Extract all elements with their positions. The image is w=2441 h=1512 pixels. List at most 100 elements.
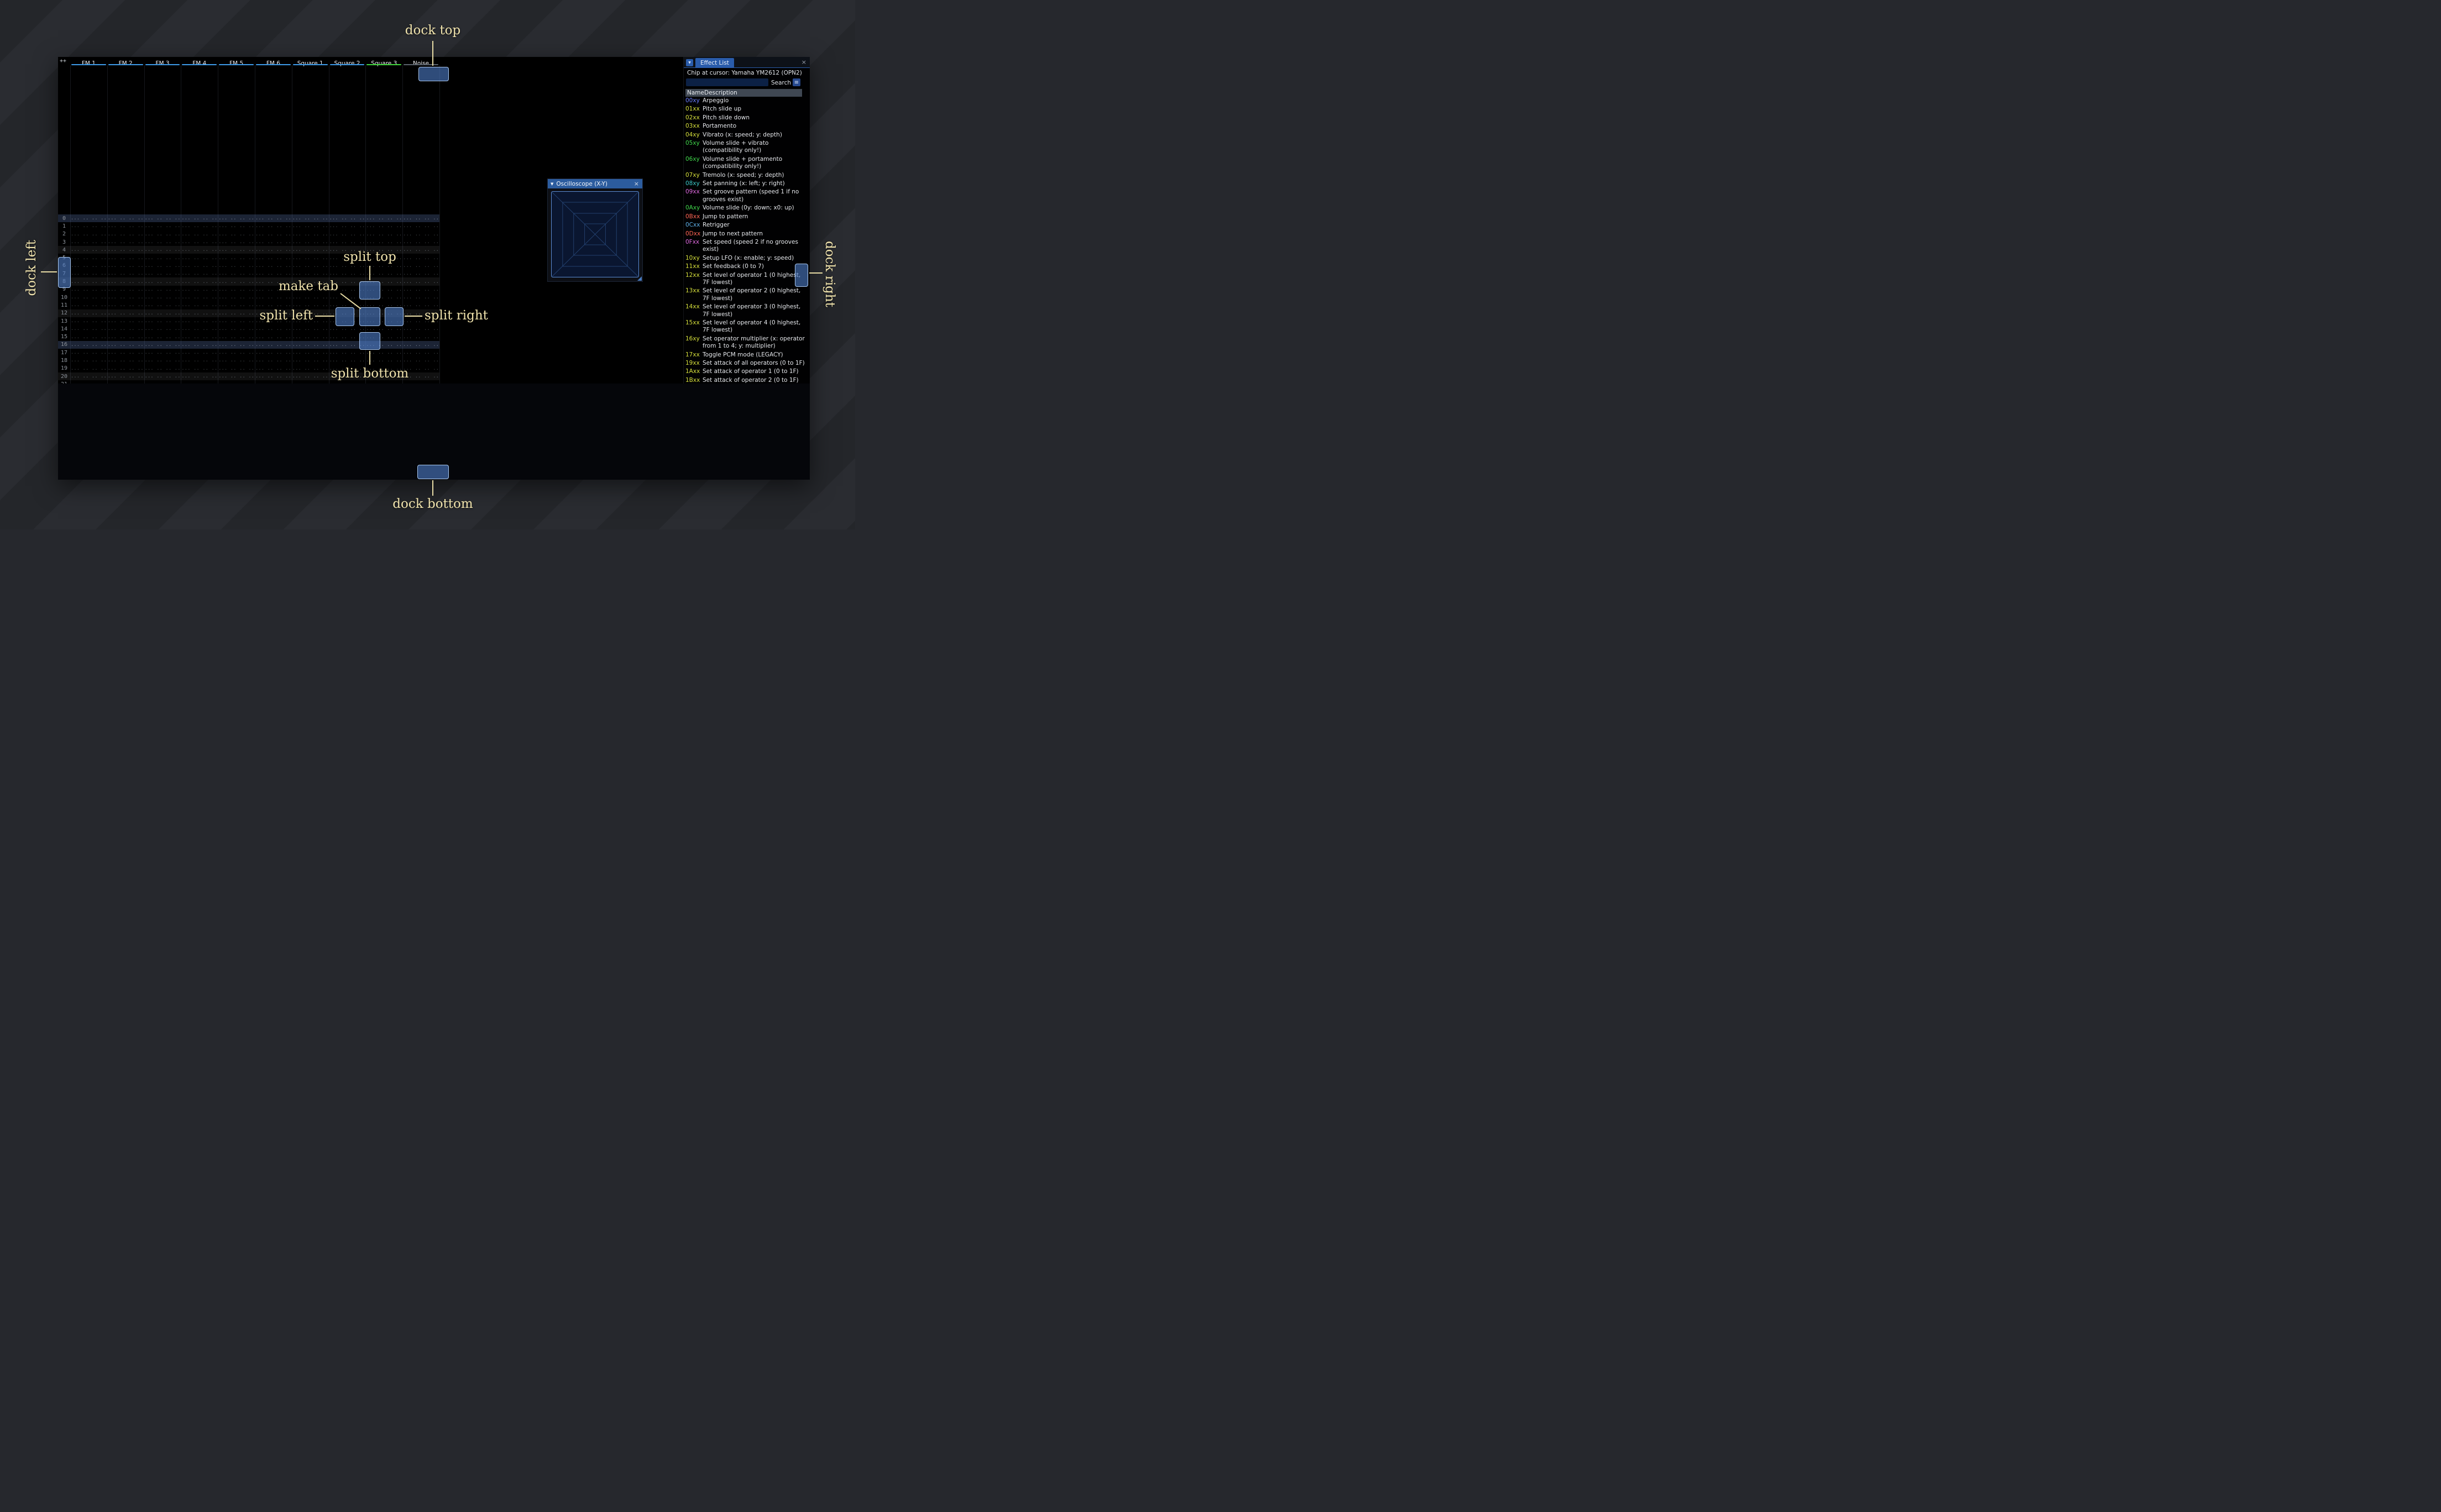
- pattern-cell[interactable]: ... .. .. ..: [402, 216, 439, 221]
- effect-row[interactable]: 16xy Set operator multiplier (x: operator…: [685, 335, 808, 351]
- pattern-cell[interactable]: ... .. .. ..: [107, 311, 144, 316]
- pattern-cell[interactable]: ... .. .. ..: [292, 263, 329, 269]
- pattern-cell[interactable]: ... .. .. ..: [255, 334, 292, 340]
- pattern-cell[interactable]: ... .. .. ..: [107, 263, 144, 269]
- pattern-cell[interactable]: ... .. .. ..: [292, 374, 329, 379]
- split-bottom-target[interactable]: [359, 332, 380, 350]
- pattern-cell[interactable]: ... .. .. ..: [144, 295, 181, 300]
- pattern-cell[interactable]: ... .. .. ..: [292, 302, 329, 308]
- pattern-cell[interactable]: ... .. .. ..: [144, 247, 181, 253]
- pattern-cell[interactable]: ... .. .. ..: [107, 350, 144, 355]
- pattern-cell[interactable]: ... .. .. ..: [292, 216, 329, 221]
- pattern-cell[interactable]: ... .. .. ..: [107, 255, 144, 261]
- pattern-cell[interactable]: ... .. .. ..: [181, 342, 218, 348]
- channel-header-fm-4[interactable]: FM 4: [181, 57, 218, 67]
- pattern-cell[interactable]: ... .. .. ..: [144, 287, 181, 292]
- dock-bottom-target[interactable]: [417, 465, 449, 479]
- pattern-cell[interactable]: ... .. .. ..: [70, 263, 107, 269]
- pattern-cell[interactable]: ... .. .. ..: [329, 358, 366, 363]
- pattern-cell[interactable]: ... .. .. ..: [218, 326, 255, 332]
- pattern-cell[interactable]: ... .. .. ..: [255, 374, 292, 379]
- effect-row[interactable]: 19xx Set attack of all operators (0 to 1F…: [685, 359, 808, 368]
- pattern-cell[interactable]: ... .. .. ..: [292, 232, 329, 237]
- effect-row[interactable]: 0Cxx Retrigger: [685, 221, 808, 229]
- pattern-cell[interactable]: ... .. .. ..: [144, 302, 181, 308]
- pattern-cell[interactable]: ... .. .. ..: [365, 350, 402, 355]
- pattern-cell[interactable]: ... .. .. ..: [292, 271, 329, 276]
- channel-header-fm-2[interactable]: FM 2: [107, 57, 144, 67]
- effect-row[interactable]: 11xx Set feedback (0 to 7): [685, 262, 808, 271]
- pattern-cell[interactable]: ... .. .. ..: [402, 334, 439, 340]
- pattern-cell[interactable]: ... .. .. ..: [181, 232, 218, 237]
- pattern-cell[interactable]: ... .. .. ..: [402, 381, 439, 384]
- pattern-cell[interactable]: ... .. .. ..: [292, 255, 329, 261]
- pattern-cell[interactable]: ... .. .. ..: [144, 334, 181, 340]
- pattern-cell[interactable]: ... .. .. ..: [329, 223, 366, 229]
- effect-row[interactable]: 01xx Pitch slide up: [685, 105, 808, 113]
- pattern-cell[interactable]: ... .. .. ..: [144, 381, 181, 384]
- pattern-cell[interactable]: ... .. .. ..: [70, 358, 107, 363]
- pattern-cell[interactable]: ... .. .. ..: [70, 326, 107, 332]
- pattern-cell[interactable]: ... .. .. ..: [402, 279, 439, 285]
- pattern-cell[interactable]: ... .. .. ..: [181, 311, 218, 316]
- pattern-cell[interactable]: ... .. .. ..: [181, 302, 218, 308]
- pattern-cell[interactable]: ... .. .. ..: [365, 216, 402, 221]
- pattern-cell[interactable]: ... .. .. ..: [181, 216, 218, 221]
- pattern-cell[interactable]: ... .. .. ..: [218, 255, 255, 261]
- effect-row[interactable]: 14xx Set level of operator 3 (0 highest, …: [685, 303, 808, 319]
- pattern-cell[interactable]: ... .. .. ..: [255, 239, 292, 245]
- pattern-cell[interactable]: ... .. .. ..: [181, 247, 218, 253]
- pattern-cell[interactable]: ... .. .. ..: [144, 232, 181, 237]
- pattern-cell[interactable]: ... .. .. ..: [402, 223, 439, 229]
- pattern-cell[interactable]: ... .. .. ..: [70, 311, 107, 316]
- pattern-cell[interactable]: ... .. .. ..: [144, 255, 181, 261]
- effect-row[interactable]: 02xx Pitch slide down: [685, 114, 808, 122]
- pattern-cell[interactable]: ... .. .. ..: [107, 374, 144, 379]
- pattern-cell[interactable]: ... .. .. ..: [144, 216, 181, 221]
- pattern-cell[interactable]: ... .. .. ..: [181, 374, 218, 379]
- pattern-cell[interactable]: ... .. .. ..: [144, 350, 181, 355]
- pattern-cell[interactable]: ... .. .. ..: [181, 366, 218, 371]
- channel-header-square-2[interactable]: Square 2: [329, 57, 366, 67]
- pattern-cell[interactable]: ... .. .. ..: [218, 239, 255, 245]
- pattern-cell[interactable]: ... .. .. ..: [218, 271, 255, 276]
- pattern-cell[interactable]: ... .. .. ..: [255, 366, 292, 371]
- pattern-cell[interactable]: ... .. .. ..: [144, 326, 181, 332]
- split-left-target[interactable]: [336, 307, 354, 326]
- pattern-cell[interactable]: ... .. .. ..: [70, 366, 107, 371]
- pattern-cell[interactable]: ... .. .. ..: [402, 302, 439, 308]
- pattern-cell[interactable]: ... .. .. ..: [292, 350, 329, 355]
- dock-top-target[interactable]: [418, 67, 449, 81]
- pattern-cell[interactable]: ... .. .. ..: [218, 366, 255, 371]
- channel-header-fm-3[interactable]: FM 3: [144, 57, 181, 67]
- pattern-cell[interactable]: ... .. .. ..: [144, 223, 181, 229]
- pattern-cell[interactable]: ... .. .. ..: [107, 223, 144, 229]
- pattern-cell[interactable]: ... .. .. ..: [181, 287, 218, 292]
- effect-search-input[interactable]: [686, 78, 768, 86]
- pattern-cell[interactable]: ... .. .. ..: [292, 358, 329, 363]
- channel-header-square-3[interactable]: Square 3: [365, 57, 402, 67]
- channel-header-square-1[interactable]: Square 1: [292, 57, 329, 67]
- pattern-cell[interactable]: ... .. .. ..: [255, 271, 292, 276]
- pattern-cell[interactable]: ... .. .. ..: [70, 318, 107, 324]
- channel-header-noise[interactable]: Noise: [402, 57, 439, 67]
- pattern-cell[interactable]: ... .. .. ..: [70, 247, 107, 253]
- effect-row[interactable]: 0Bxx Jump to pattern: [685, 213, 808, 221]
- pattern-cell[interactable]: ... .. .. ..: [255, 216, 292, 221]
- pattern-cell[interactable]: ... .. .. ..: [218, 358, 255, 363]
- pattern-cell[interactable]: ... .. .. ..: [365, 358, 402, 363]
- pattern-cell[interactable]: ... .. .. ..: [255, 255, 292, 261]
- pattern-cell[interactable]: ... .. .. ..: [181, 255, 218, 261]
- pattern-cell[interactable]: ... .. .. ..: [107, 302, 144, 308]
- pattern-cell[interactable]: ... .. .. ..: [329, 239, 366, 245]
- pattern-cell[interactable]: ... .. .. ..: [402, 232, 439, 237]
- pattern-cell[interactable]: ... .. .. ..: [107, 334, 144, 340]
- split-right-target[interactable]: [385, 307, 404, 326]
- pattern-cell[interactable]: ... .. .. ..: [365, 232, 402, 237]
- pattern-cell[interactable]: ... .. .. ..: [402, 263, 439, 269]
- oscilloscope-title-bar[interactable]: ▼ Oscilloscope (X-Y) ×: [548, 179, 642, 188]
- effect-row[interactable]: 15xx Set level of operator 4 (0 highest, …: [685, 319, 808, 335]
- pattern-cell[interactable]: ... .. .. ..: [181, 239, 218, 245]
- pattern-cell[interactable]: ... .. .. ..: [181, 381, 218, 384]
- pattern-cell[interactable]: ... .. .. ..: [218, 374, 255, 379]
